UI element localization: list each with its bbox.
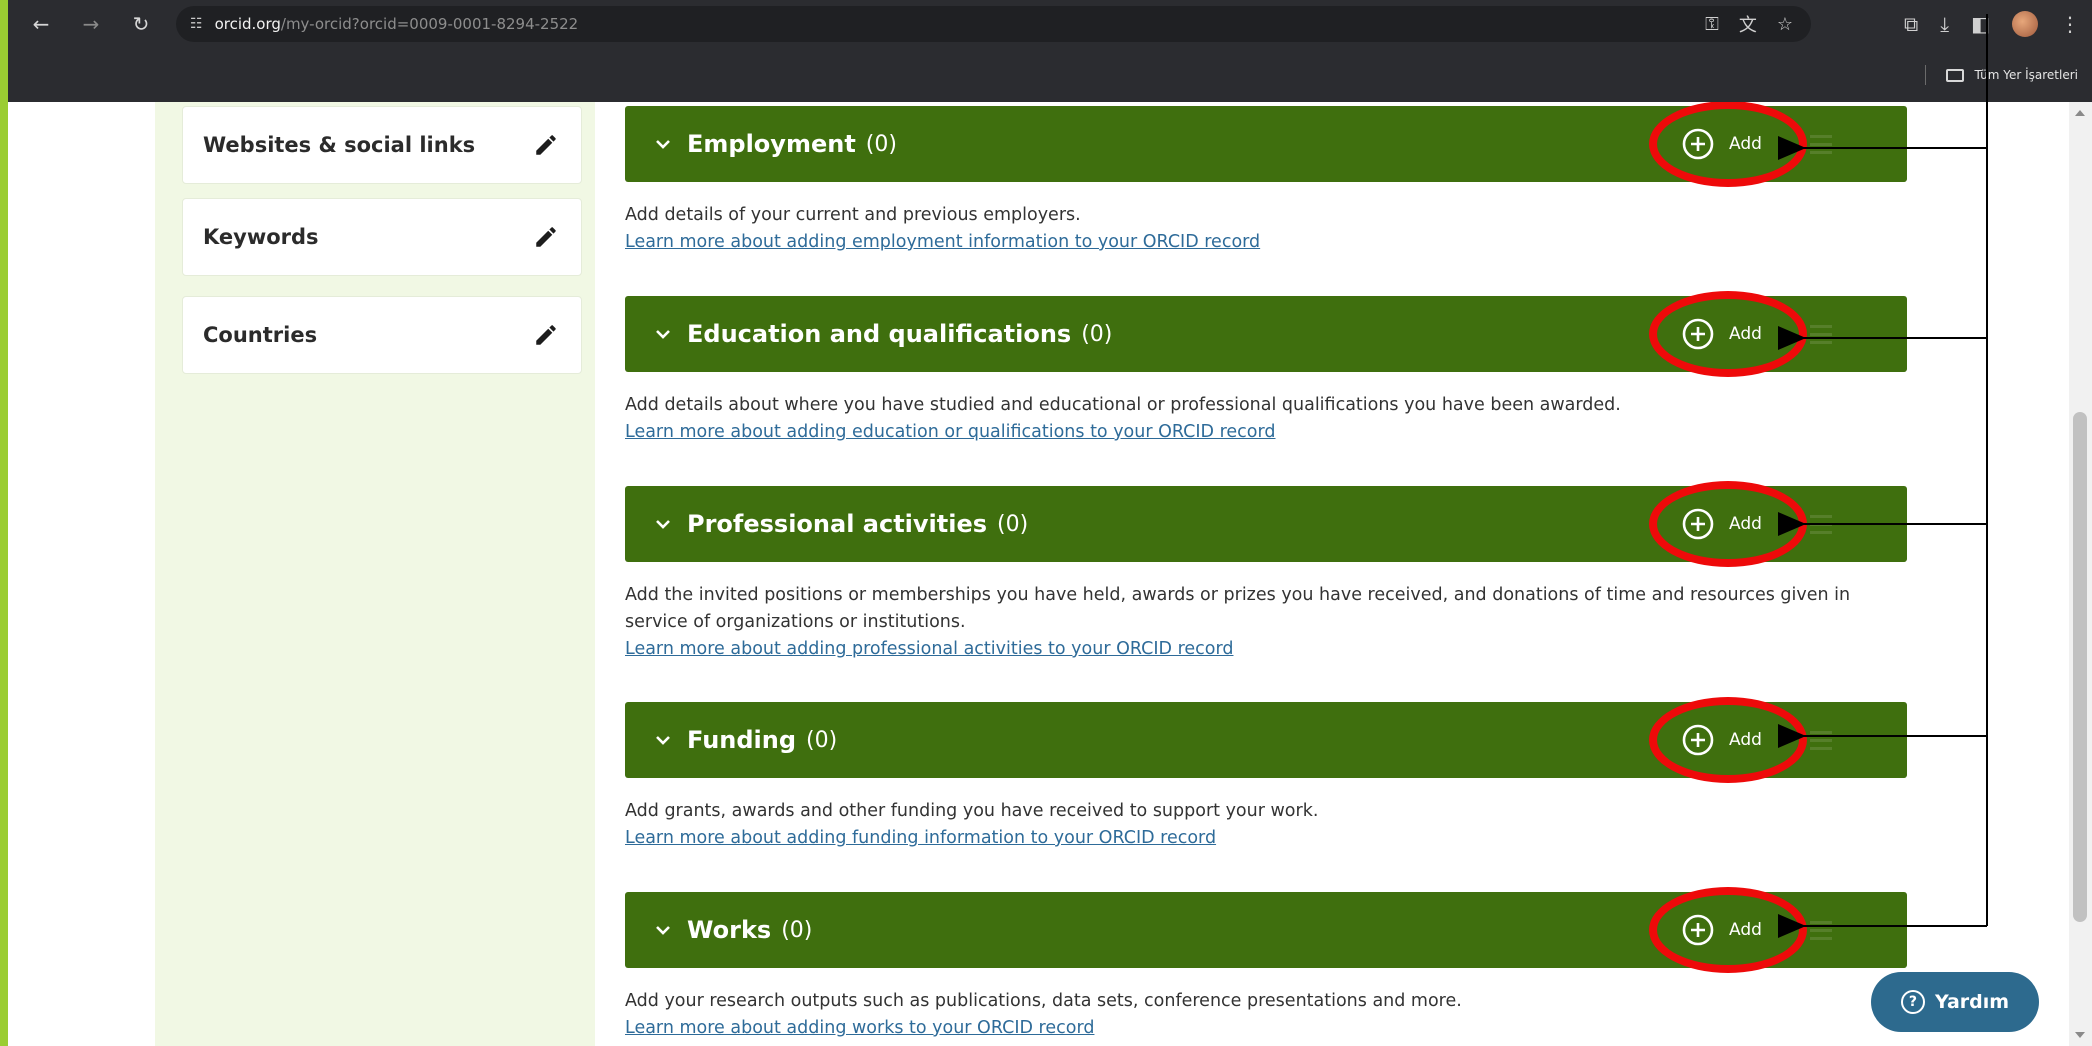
- forward-button[interactable]: →: [74, 7, 108, 41]
- add-label: Add: [1729, 920, 1762, 940]
- section-title: Funding: [687, 726, 797, 754]
- scroll-thumb[interactable]: [2073, 412, 2087, 922]
- section-header[interactable]: Professional activities (0) Add: [625, 481, 1907, 567]
- section-professional-activities: Professional activities (0) Add Add the …: [625, 481, 1915, 663]
- section-title: Education and qualifications: [687, 320, 1072, 348]
- section-description: Add details of your current and previous…: [625, 205, 1081, 225]
- star-icon[interactable]: ☆: [1777, 14, 1793, 35]
- chevron-down-icon[interactable]: [653, 324, 673, 344]
- sidebar-item-countries[interactable]: Countries: [182, 296, 582, 374]
- help-button[interactable]: ? Yardım: [1871, 972, 2039, 1032]
- section-description: Add your research outputs such as public…: [625, 991, 1462, 1011]
- pencil-icon[interactable]: [533, 132, 559, 158]
- reload-icon: ↻: [132, 12, 150, 36]
- plus-circle-icon: [1682, 724, 1714, 756]
- plus-circle-icon: [1682, 508, 1714, 540]
- learn-more-link[interactable]: Learn more about adding education or qua…: [625, 419, 1276, 446]
- pencil-icon[interactable]: [533, 322, 559, 348]
- main-content: Employment (0) Add Add details of your c…: [615, 102, 2035, 1046]
- section-title: Employment: [687, 130, 856, 158]
- sidebar: Websites & social links Keywords Countri…: [155, 102, 595, 1046]
- section-header[interactable]: Education and qualifications (0) Add: [625, 291, 1907, 377]
- reload-button[interactable]: ↻: [124, 7, 158, 41]
- sort-icon[interactable]: [1810, 510, 1880, 538]
- sort-icon[interactable]: [1810, 320, 1880, 348]
- section-count: (0): [865, 131, 897, 157]
- extensions-icon[interactable]: ⧉: [1904, 12, 1918, 36]
- chevron-down-icon[interactable]: [653, 730, 673, 750]
- sidebar-item-label: Websites & social links: [203, 133, 476, 157]
- sort-icon[interactable]: [1810, 130, 1880, 158]
- add-education-button[interactable]: Add: [1681, 313, 1762, 355]
- sidebar-item-keywords[interactable]: Keywords: [182, 198, 582, 276]
- bookmarks-separator: [1925, 65, 1927, 85]
- chevron-down-icon[interactable]: [653, 514, 673, 534]
- omnibox-actions: ⚿ 文 ☆: [1705, 6, 1793, 42]
- add-label: Add: [1729, 134, 1762, 154]
- back-button[interactable]: ←: [24, 7, 58, 41]
- question-icon: ?: [1900, 990, 1925, 1014]
- browser-chrome: ← → ↻ ☷ orcid.org/my-orcid?orcid=0009-00…: [8, 0, 2092, 102]
- learn-more-link[interactable]: Learn more about adding employment infor…: [625, 229, 1260, 256]
- profile-avatar[interactable]: [2012, 11, 2038, 37]
- bookmarks-bar: Tüm Yer İşaretleri: [1925, 60, 2078, 90]
- add-label: Add: [1729, 324, 1762, 344]
- page-scrollbar[interactable]: [2069, 102, 2092, 1046]
- section-count: (0): [997, 511, 1029, 537]
- sort-icon[interactable]: [1810, 916, 1880, 944]
- chevron-down-icon[interactable]: [653, 920, 673, 940]
- plus-circle-icon: [1682, 128, 1714, 160]
- plus-circle-icon: [1682, 914, 1714, 946]
- section-employment: Employment (0) Add Add details of your c…: [625, 102, 1915, 256]
- side-panel-icon[interactable]: ◧: [1971, 12, 1990, 36]
- menu-kebab-icon[interactable]: ⋮: [2060, 12, 2080, 36]
- add-professional-activity-button[interactable]: Add: [1681, 503, 1762, 545]
- address-bar[interactable]: ☷ orcid.org/my-orcid?orcid=0009-0001-829…: [176, 6, 1811, 42]
- section-header[interactable]: Works (0) Add: [625, 887, 1907, 973]
- add-employment-button[interactable]: Add: [1681, 123, 1762, 165]
- url-host: orcid.org: [214, 15, 281, 33]
- sort-icon[interactable]: [1810, 726, 1880, 754]
- help-label: Yardım: [1934, 991, 2010, 1013]
- download-icon[interactable]: ⤓: [1940, 12, 1949, 36]
- section-header[interactable]: Employment (0) Add: [625, 102, 1907, 187]
- page-content: Websites & social links Keywords Countri…: [8, 102, 2069, 1046]
- section-count: (0): [806, 727, 838, 753]
- password-key-icon[interactable]: ⚿: [1705, 14, 1719, 35]
- sidebar-item-websites[interactable]: Websites & social links: [182, 106, 582, 184]
- section-education: Education and qualifications (0) Add Add…: [625, 291, 1915, 446]
- browser-actions: ⧉ ⤓ ◧ ⋮: [1904, 7, 2080, 41]
- url-path: /my-orcid?orcid=0009-0001-8294-2522: [280, 15, 579, 33]
- section-works: Works (0) Add Add your research outputs …: [625, 887, 1915, 1042]
- sidebar-item-label: Keywords: [203, 225, 319, 249]
- arrow-right-icon: →: [82, 12, 100, 36]
- scroll-up-arrow[interactable]: [2075, 110, 2085, 116]
- add-label: Add: [1729, 730, 1762, 750]
- section-title: Professional activities: [687, 510, 988, 538]
- section-funding: Funding (0) Add Add grants, awards and o…: [625, 697, 1915, 852]
- learn-more-link[interactable]: Learn more about adding professional act…: [625, 636, 1233, 663]
- learn-more-link[interactable]: Learn more about adding works to your OR…: [625, 1015, 1094, 1042]
- chevron-down-icon[interactable]: [653, 134, 673, 154]
- plus-circle-icon: [1682, 318, 1714, 350]
- section-count: (0): [781, 917, 813, 943]
- scroll-down-arrow[interactable]: [2075, 1032, 2085, 1038]
- translate-icon[interactable]: 文: [1739, 11, 1757, 37]
- all-bookmarks-link[interactable]: Tüm Yer İşaretleri: [1974, 68, 2078, 82]
- section-description: Add grants, awards and other funding you…: [625, 801, 1319, 821]
- pencil-icon[interactable]: [533, 224, 559, 250]
- add-funding-button[interactable]: Add: [1681, 719, 1762, 761]
- section-count: (0): [1081, 321, 1113, 347]
- sidebar-item-label: Countries: [203, 323, 318, 347]
- section-header[interactable]: Funding (0) Add: [625, 697, 1907, 783]
- learn-more-link[interactable]: Learn more about adding funding informat…: [625, 825, 1216, 852]
- section-title: Works: [687, 916, 772, 944]
- add-works-button[interactable]: Add: [1681, 909, 1762, 951]
- add-label: Add: [1729, 514, 1762, 534]
- section-description: Add details about where you have studied…: [625, 395, 1621, 415]
- section-description: Add the invited positions or memberships…: [625, 585, 1851, 632]
- folder-icon: [1946, 68, 1965, 82]
- site-settings-icon[interactable]: ☷: [190, 16, 203, 32]
- arrow-left-icon: ←: [32, 12, 50, 36]
